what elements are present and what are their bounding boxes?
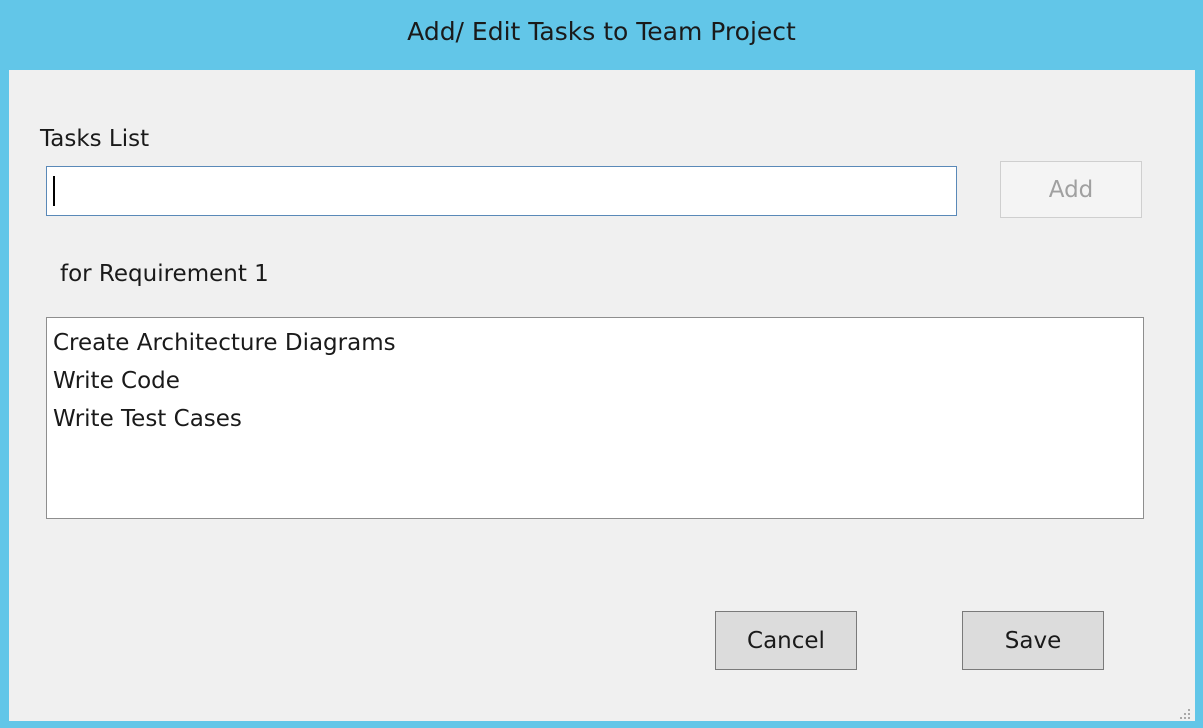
tasks-list-label: Tasks List [40,126,150,152]
list-item[interactable]: Create Architecture Diagrams [53,324,1137,362]
dialog-window: Add/ Edit Tasks to Team Project Tasks Li… [0,0,1203,728]
title-bar[interactable]: Add/ Edit Tasks to Team Project [0,0,1203,70]
task-name-input[interactable] [46,166,957,216]
task-list[interactable]: Create Architecture Diagrams Write Code … [46,317,1144,519]
list-item[interactable]: Write Test Cases [53,400,1137,438]
cancel-button[interactable]: Cancel [715,611,857,670]
add-button[interactable]: Add [1000,161,1142,218]
resize-grip-icon[interactable] [1179,705,1191,719]
save-button[interactable]: Save [962,611,1104,670]
dialog-title: Add/ Edit Tasks to Team Project [407,16,796,46]
text-caret [53,176,55,206]
requirement-label: for Requirement 1 [60,261,269,287]
dialog-body: Tasks List Add for Requirement 1 Create … [9,70,1195,721]
list-item[interactable]: Write Code [53,362,1137,400]
